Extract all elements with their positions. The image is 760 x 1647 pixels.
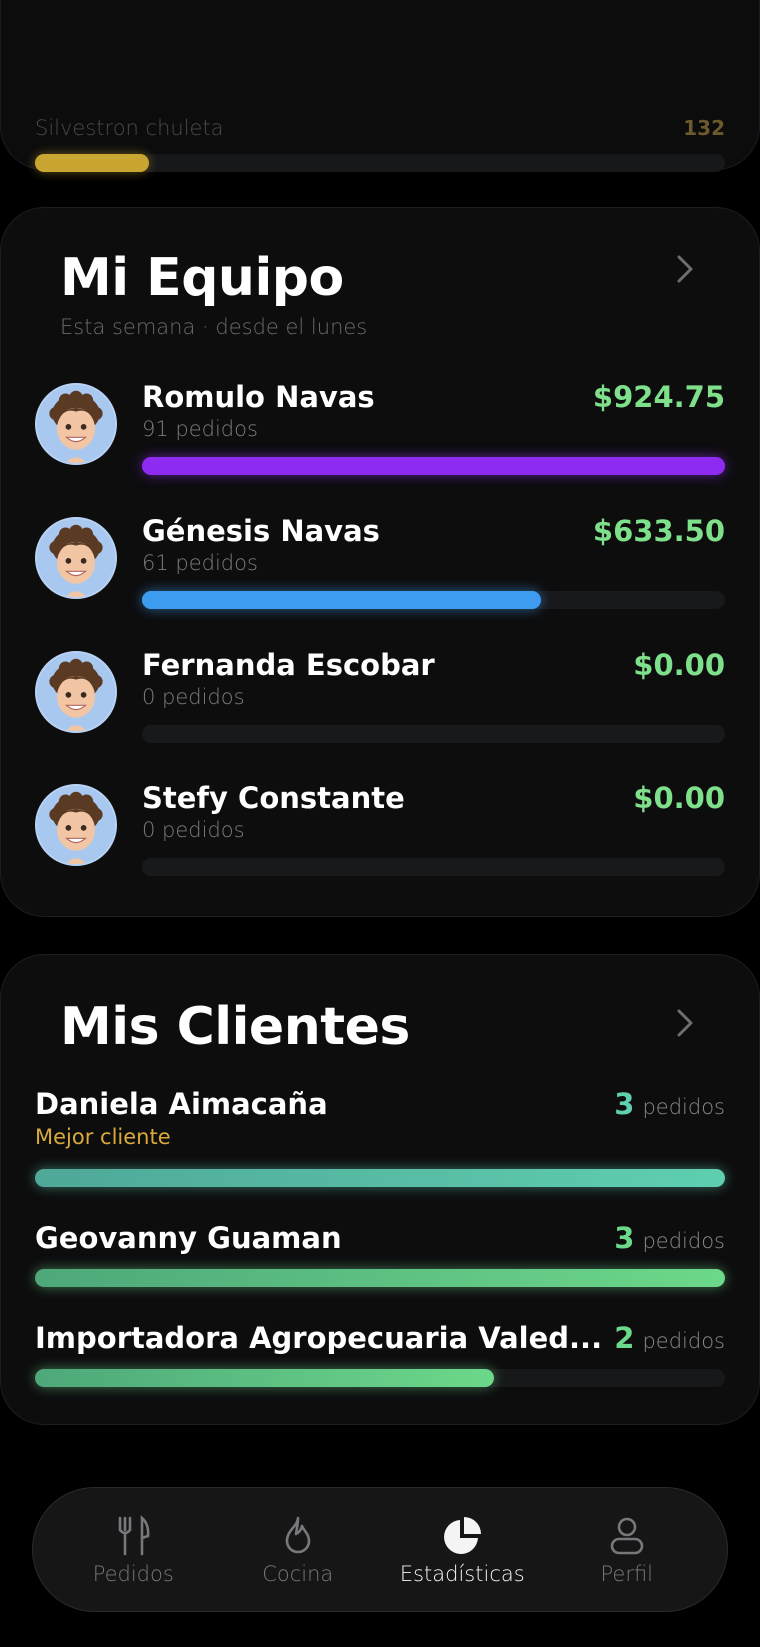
team-chevron-right-icon[interactable]: [672, 252, 698, 286]
avatar: [35, 784, 117, 866]
top-product-bar: [35, 154, 725, 172]
client-orders: 2 pedidos: [614, 1321, 725, 1355]
client-order-count: 3: [614, 1221, 635, 1255]
member-amount: $924.75: [592, 380, 725, 414]
nav-item-perfil[interactable]: Perfil: [552, 1514, 702, 1586]
client-progress-bar: [35, 1369, 725, 1387]
member-progress-bar: [142, 725, 725, 743]
team-member-row[interactable]: Fernanda Escobar $0.00 0 pedidos: [0, 648, 760, 771]
member-orders: 91 pedidos: [142, 417, 258, 441]
member-name: Stefy Constante: [142, 781, 405, 815]
client-progress-fill: [35, 1169, 725, 1187]
fork-knife-icon: [111, 1514, 155, 1558]
member-orders: 0 pedidos: [142, 818, 245, 842]
team-title: Mi Equipo: [60, 248, 344, 308]
pie-chart-icon: [440, 1514, 484, 1558]
client-name: Daniela Aimacaña: [35, 1087, 328, 1121]
top-products-card: [0, 0, 760, 170]
member-orders: 0 pedidos: [142, 685, 245, 709]
member-amount: $0.00: [633, 648, 725, 682]
best-client-tag: Mejor cliente: [35, 1125, 171, 1149]
client-order-count: 3: [614, 1087, 635, 1121]
nav-item-pedidos[interactable]: Pedidos: [58, 1514, 208, 1586]
client-order-count: 2: [614, 1321, 635, 1355]
top-product-name: Silvestron chuleta: [35, 116, 224, 140]
top-product-bar-fill: [35, 154, 149, 172]
client-order-unit: pedidos: [642, 1329, 725, 1353]
flame-icon: [276, 1514, 320, 1558]
client-orders: 3 pedidos: [614, 1221, 725, 1255]
member-amount: $0.00: [633, 781, 725, 815]
top-product-row: Silvestron chuleta 132: [35, 116, 725, 140]
nav-item-cocina[interactable]: Cocina: [223, 1514, 373, 1586]
client-progress-bar: [35, 1269, 725, 1287]
nav-label-pedidos: Pedidos: [92, 1561, 174, 1586]
nav-item-estadisticas[interactable]: Estadísticas: [387, 1514, 537, 1586]
member-progress-bar: [142, 457, 725, 475]
nav-label-perfil: Perfil: [600, 1561, 654, 1586]
clients-title: Mis Clientes: [60, 997, 410, 1057]
member-name: Génesis Navas: [142, 514, 380, 548]
member-progress-bar: [142, 858, 725, 876]
team-member-row[interactable]: Stefy Constante $0.00 0 pedidos: [0, 781, 760, 904]
client-name: Geovanny Guaman: [35, 1221, 342, 1255]
client-progress-fill: [35, 1369, 494, 1387]
client-progress-bar: [35, 1169, 725, 1187]
avatar: [35, 383, 117, 465]
user-icon: [605, 1514, 649, 1558]
avatar: [35, 517, 117, 599]
team-member-row[interactable]: Romulo Navas $924.75 91 pedidos: [0, 380, 760, 503]
member-amount: $633.50: [592, 514, 725, 548]
member-progress-bar: [142, 591, 725, 609]
clients-chevron-right-icon[interactable]: [672, 1006, 698, 1040]
member-progress-fill: [142, 591, 542, 609]
member-name: Fernanda Escobar: [142, 648, 435, 682]
member-progress-fill: [142, 457, 725, 475]
client-orders: 3 pedidos: [614, 1087, 725, 1121]
avatar: [35, 651, 117, 733]
statistics-screen: Silvestron chuleta 132 Mi Equipo Esta se…: [0, 0, 760, 1647]
nav-label-estadisticas: Estadísticas: [399, 1561, 525, 1586]
member-orders: 61 pedidos: [142, 551, 258, 575]
nav-label-cocina: Cocina: [262, 1561, 334, 1586]
team-subtitle: Esta semana · desde el lunes: [60, 315, 368, 339]
top-product-count: 132: [683, 116, 725, 140]
team-member-row[interactable]: Génesis Navas $633.50 61 pedidos: [0, 514, 760, 637]
client-order-unit: pedidos: [642, 1095, 725, 1119]
member-name: Romulo Navas: [142, 380, 375, 414]
client-name: Importadora Agropecuaria Valed...: [35, 1321, 603, 1355]
bottom-nav: Pedidos Cocina Estadísticas Perfil: [32, 1487, 728, 1612]
client-progress-fill: [35, 1269, 725, 1287]
client-order-unit: pedidos: [642, 1229, 725, 1253]
